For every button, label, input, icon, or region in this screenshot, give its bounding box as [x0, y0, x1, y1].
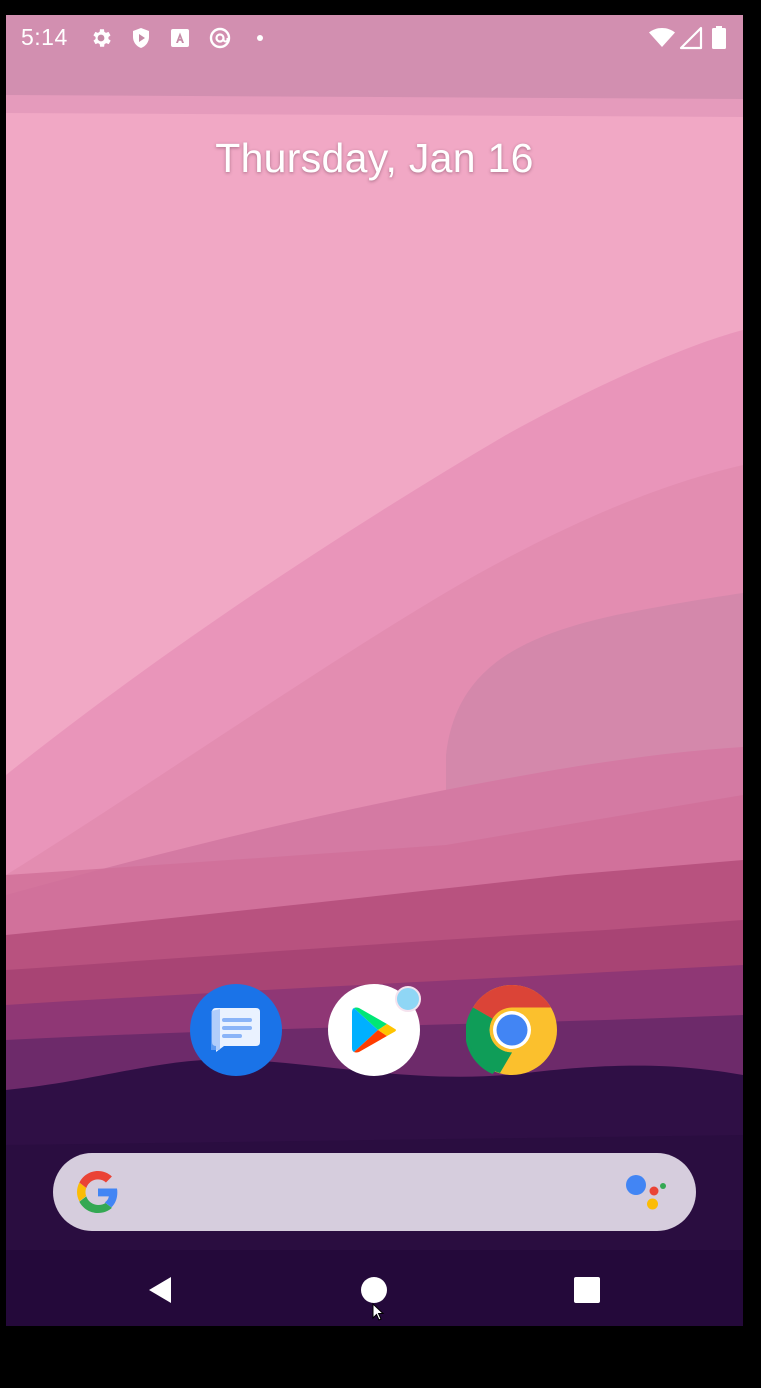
cellular-signal-icon: [679, 26, 703, 50]
device-frame: 5:14 Thursday, Jan 16: [0, 0, 761, 1388]
recents-icon[interactable]: [562, 1265, 612, 1315]
google-search-bar[interactable]: [53, 1153, 696, 1231]
back-icon[interactable]: [135, 1265, 185, 1315]
status-time: 5:14: [21, 24, 68, 50]
wallpaper: [6, 15, 743, 1326]
chrome-app-icon[interactable]: [465, 984, 558, 1076]
gear-icon: [93, 29, 111, 47]
battery-icon: [712, 26, 726, 49]
at-circle-icon: [209, 27, 231, 49]
messages-icon: [211, 1008, 260, 1052]
google-g-icon[interactable]: [77, 1171, 119, 1213]
date-widget[interactable]: Thursday, Jan 16: [6, 135, 743, 182]
wifi-icon: [649, 28, 675, 47]
a-square-icon: [171, 29, 189, 47]
messages-app-icon[interactable]: [190, 984, 282, 1076]
home-screen: 5:14 Thursday, Jan 16: [6, 15, 743, 1326]
chrome-icon: [465, 985, 557, 1075]
status-bar: 5:14: [6, 15, 743, 61]
shield-play-icon: [133, 28, 149, 48]
dot-icon: [257, 35, 263, 41]
mouse-cursor-icon: [372, 1303, 385, 1321]
google-assistant-icon[interactable]: [623, 1173, 669, 1213]
notification-badge: [395, 986, 421, 1012]
